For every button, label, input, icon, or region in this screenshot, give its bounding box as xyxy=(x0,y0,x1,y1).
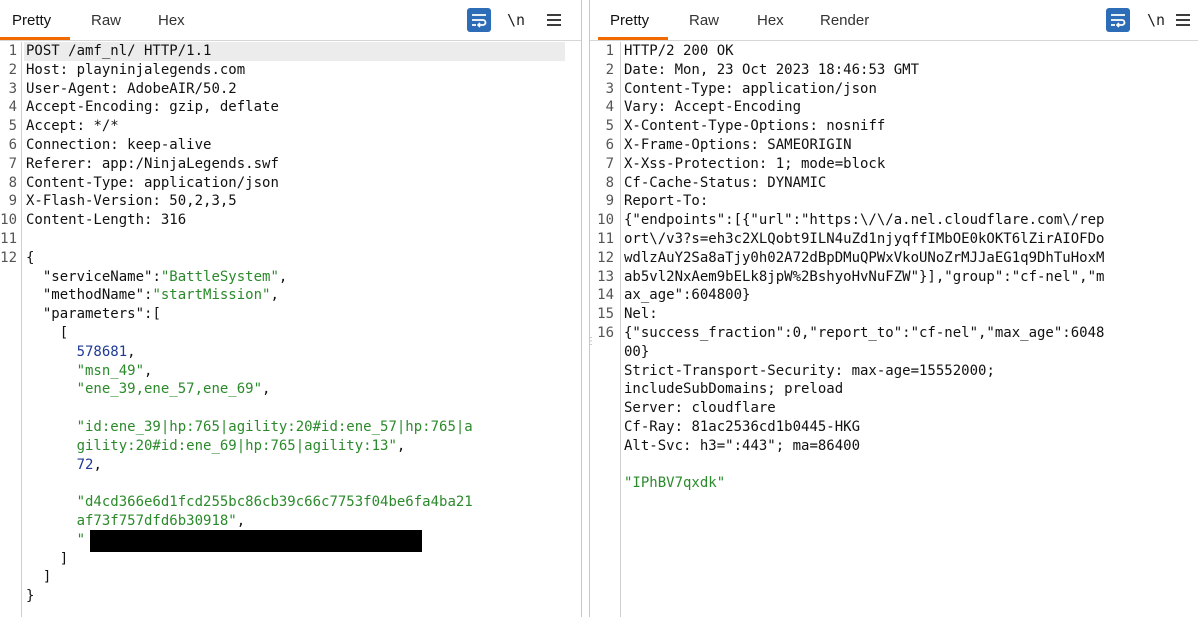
response-line-numbers: 1 2 3 4 5 6 7 8 9 10 11 12 13 14 15 16 xyxy=(597,43,614,341)
header-hsts: Strict-Transport-Security: max-age=15552… xyxy=(624,362,995,379)
request-tab-pretty[interactable]: Pretty xyxy=(12,12,51,29)
header-content-length: Content-Length: 316 xyxy=(26,212,187,229)
header-x-frame-options: X-Frame-Options: SAMEORIGIN xyxy=(624,136,852,153)
report-to-line: ax_age":604800} xyxy=(624,287,751,304)
param-2: "msn_49", xyxy=(76,362,153,379)
request-tabbar: Pretty Raw Hex \n xyxy=(0,0,581,41)
request-tab-hex[interactable]: Hex xyxy=(158,12,185,29)
response-tab-render[interactable]: Render xyxy=(820,12,869,29)
redaction-bar xyxy=(90,530,422,552)
json-method-name: "methodName":"startMission", xyxy=(42,287,279,304)
status-line: HTTP/2 200 OK xyxy=(624,43,734,59)
json-open-brace: { xyxy=(26,249,35,266)
pane-splitter[interactable]: ⋮ xyxy=(581,0,596,617)
param-5: 72, xyxy=(76,456,102,473)
request-line-numbers: 1 2 3 4 5 6 7 8 9 10 11 12 xyxy=(0,43,17,266)
response-tab-pretty[interactable]: Pretty xyxy=(610,12,649,29)
report-to-line: ab5vl2NxAem9bELk8jpW%2BshyoHvNuFZW"}],"g… xyxy=(624,268,1105,285)
header-user-agent: User-Agent: AdobeAIR/50.2 xyxy=(26,80,237,97)
header-x-content-type-options: X-Content-Type-Options: nosniff xyxy=(624,118,886,135)
request-code: POST /amf_nl/ HTTP/1.1 Host: playninjaleg… xyxy=(26,43,473,605)
header-alt-svc: Alt-Svc: h3=":443"; ma=86400 xyxy=(624,437,861,454)
json-service-name: "serviceName":"BattleSystem", xyxy=(42,268,288,285)
param-6-line1: "d4cd366e6d1fcd255bc86cb39c66c7753f04be6… xyxy=(76,494,473,511)
request-line: POST /amf_nl/ HTTP/1.1 xyxy=(26,43,212,59)
response-tab-raw[interactable]: Raw xyxy=(689,12,719,29)
header-connection: Connection: keep-alive xyxy=(26,136,212,153)
header-server: Server: cloudflare xyxy=(624,400,776,417)
param-1: 578681, xyxy=(76,343,136,360)
gutter-divider xyxy=(21,42,22,617)
active-tab-indicator xyxy=(598,37,668,40)
hsts-line: includeSubDomains; preload xyxy=(624,381,844,398)
show-newlines-button[interactable]: \n xyxy=(504,8,528,32)
header-x-xss-protection: X-Xss-Protection: 1; mode=block xyxy=(624,155,886,172)
header-cf-cache-status: Cf-Cache-Status: DYNAMIC xyxy=(624,174,827,191)
splitter-grip-icon[interactable]: ⋮ xyxy=(586,337,596,357)
header-accept: Accept: */* xyxy=(26,118,119,135)
request-tab-raw[interactable]: Raw xyxy=(91,12,121,29)
json-parameters-key: "parameters":[ xyxy=(42,306,161,323)
header-host: Host: playninjalegends.com xyxy=(26,61,246,78)
param-3: "ene_39,ene_57,ene_69", xyxy=(76,381,271,398)
header-report-to: Report-To: xyxy=(624,193,709,210)
menu-icon[interactable] xyxy=(544,8,564,32)
header-content-type: Content-Type: application/json xyxy=(26,174,279,191)
request-editor[interactable]: 1 2 3 4 5 6 7 8 9 10 11 12 POST /amf_nl/… xyxy=(0,42,581,617)
response-tabbar: Pretty Raw Hex Render \n xyxy=(590,0,1198,41)
show-newlines-button[interactable]: \n xyxy=(1144,8,1168,32)
gutter-divider xyxy=(620,42,621,617)
header-nel: Nel: xyxy=(624,306,658,323)
nel-line: 00} xyxy=(624,343,650,360)
menu-icon[interactable] xyxy=(1173,8,1193,32)
header-referer: Referer: app:/NinjaLegends.swf xyxy=(26,155,279,172)
report-to-line: ort\/v3?s=eh3c2XLQobt9ILN4uZd1njyqffIMbO… xyxy=(624,230,1105,247)
response-body: "IPhBV7qxdk" xyxy=(624,475,726,492)
header-content-type: Content-Type: application/json xyxy=(624,80,877,97)
response-editor[interactable]: 1 2 3 4 5 6 7 8 9 10 11 12 13 14 15 16 H… xyxy=(590,42,1198,617)
response-code: HTTP/2 200 OK Date: Mon, 23 Oct 2023 18:4… xyxy=(624,42,1104,493)
request-pane: Pretty Raw Hex \n 1 2 3 4 5 6 7 8 9 10 1… xyxy=(0,0,581,617)
nel-line: {"success_fraction":0,"report_to":"cf-ne… xyxy=(624,324,1105,341)
header-cf-ray: Cf-Ray: 81ac2536cd1b0445-HKG xyxy=(624,418,861,435)
active-tab-indicator xyxy=(0,37,70,40)
header-date: Date: Mon, 23 Oct 2023 18:46:53 GMT xyxy=(624,61,920,78)
header-vary: Vary: Accept-Encoding xyxy=(624,99,802,116)
wrap-lines-icon[interactable] xyxy=(1106,8,1130,32)
param-4-line2: gility:20#id:ene_69|hp:765|agility:13", xyxy=(76,437,406,454)
response-pane: Pretty Raw Hex Render \n 1 2 3 4 5 6 7 8… xyxy=(590,0,1198,617)
header-x-flash-version: X-Flash-Version: 50,2,3,5 xyxy=(26,193,237,210)
wrap-lines-icon[interactable] xyxy=(467,8,491,32)
header-accept-encoding: Accept-Encoding: gzip, deflate xyxy=(26,99,279,116)
report-to-line: wdlzAuY2Sa8aTjy0h02A72dBpDMuQPWxVkoUNoZr… xyxy=(624,249,1105,266)
report-to-line: {"endpoints":[{"url":"https:\/\/a.nel.cl… xyxy=(624,212,1105,229)
param-4-line1: "id:ene_39|hp:765|agility:20#id:ene_57|h… xyxy=(76,418,473,435)
response-tab-hex[interactable]: Hex xyxy=(757,12,784,29)
param-6-line2: af73f757dfd6b30918", xyxy=(76,512,246,529)
